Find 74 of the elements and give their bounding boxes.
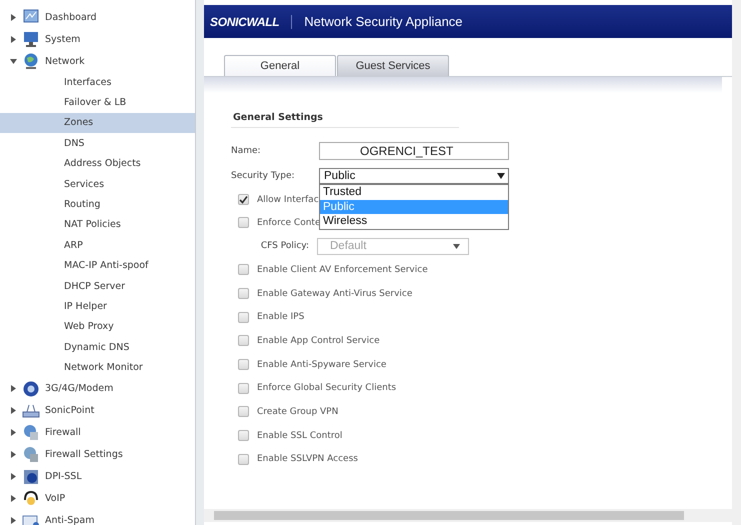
expander-arrow-icon[interactable] [10,495,17,502]
checkbox[interactable] [238,264,249,276]
expander-arrow-icon[interactable] [10,451,17,458]
sidebar-item[interactable]: Dashboard [45,12,97,22]
webcam-icon [22,380,40,398]
expander-arrow-icon[interactable] [10,14,17,20]
monitor-icon [22,30,40,48]
checkbox-label: Create Group VPN [257,406,338,417]
checkbox-label: Allow Interfac [257,194,319,204]
sidebar-item[interactable]: Routing [0,194,195,215]
sidebar-item[interactable]: Address Objects [0,154,195,174]
checkbox-label: Enable Anti-Spyware Service [257,360,386,370]
checkbox[interactable] [238,194,249,205]
expander-arrow-icon[interactable] [10,407,17,414]
checkbox[interactable] [238,382,249,394]
sidebar-item[interactable]: Interfaces [0,72,195,92]
sidebar-item[interactable]: SonicPoint [45,405,94,416]
expander-arrow-icon[interactable] [10,36,17,42]
checkbox-label: Enable SSLVPN Access [257,454,358,464]
sidebar-item[interactable]: Zones [0,112,195,134]
checkbox[interactable] [238,454,249,465]
checkbox[interactable] [238,288,249,300]
field-label: CFS Policy: [260,241,310,251]
expander-arrow-icon[interactable] [10,58,17,64]
tab[interactable]: Guest Services [337,55,449,76]
globe-icon [22,52,40,70]
expander-arrow-icon[interactable] [10,517,17,524]
field-label: Security Type: [231,171,296,181]
sidebar-item[interactable]: ARP [0,235,195,256]
sidebar-item[interactable]: Dynamic DNS [0,337,195,358]
checkbox[interactable] [238,406,249,418]
horizontal-scrollbar[interactable] [204,509,732,522]
checkbox-label: Enable App Control Service [257,336,380,346]
checkbox-label: Enable Gateway Anti-Virus Service [257,288,412,299]
expander-arrow-icon[interactable] [10,385,17,392]
sidebar-item[interactable]: Failover & LB [0,92,195,113]
checkbox-label: Enforce Conte [257,218,320,228]
sidebar-item[interactable]: Anti-Spam [45,515,94,525]
caret-icon [497,173,505,179]
field-label: Name: [231,146,262,156]
section-title: General Settings [231,112,459,128]
expander-arrow-icon[interactable] [10,429,17,436]
tab[interactable]: General [224,55,336,76]
sidebar-item[interactable]: Firewall Settings [45,449,123,460]
sidebar-item[interactable]: Firewall [45,427,81,438]
caret-icon [453,244,460,248]
sidebar-item[interactable]: IP Helper [0,296,195,317]
vertical-scrollbar[interactable] [732,0,741,525]
headset-icon [22,490,40,508]
sidebar-item[interactable]: Web Proxy [0,316,195,338]
sidebar-item[interactable]: DNS [0,133,195,154]
sidebar-item[interactable]: VoIP [45,493,66,504]
sidebar-item[interactable]: System [45,34,80,44]
checkbox[interactable] [238,359,249,370]
name-field[interactable]: OGRENCI_TEST [319,142,509,160]
checkbox[interactable] [238,312,249,323]
sidebar-item[interactable]: Services [0,174,195,194]
header-title: Network Security Appliance [303,14,463,29]
checkbox[interactable] [238,335,249,346]
checkbox[interactable] [238,217,249,228]
sidebar-item[interactable]: DPI-SSL [45,471,82,482]
sidebar-item[interactable]: NAT Policies [0,214,195,236]
checkbox-label: Enable IPS [257,312,304,322]
expander-arrow-icon[interactable] [10,473,17,480]
sidebar-item[interactable]: 3G/4G/Modem [45,383,114,394]
checkbox-label: Enforce Global Security Clients [257,383,396,394]
logo: SONICWALL [210,14,292,28]
checkbox[interactable] [238,430,249,442]
sidebar-item[interactable]: Network [45,56,85,66]
sidebar-item[interactable]: MAC-IP Anti-spoof [0,256,195,276]
sidebar-item[interactable]: DHCP Server [0,276,195,296]
sidebar-item[interactable]: Network Monitor [0,357,195,378]
checkbox-label: Enable Client AV Enforcement Service [257,264,428,275]
checkbox-label: Enable SSL Control [257,430,342,441]
